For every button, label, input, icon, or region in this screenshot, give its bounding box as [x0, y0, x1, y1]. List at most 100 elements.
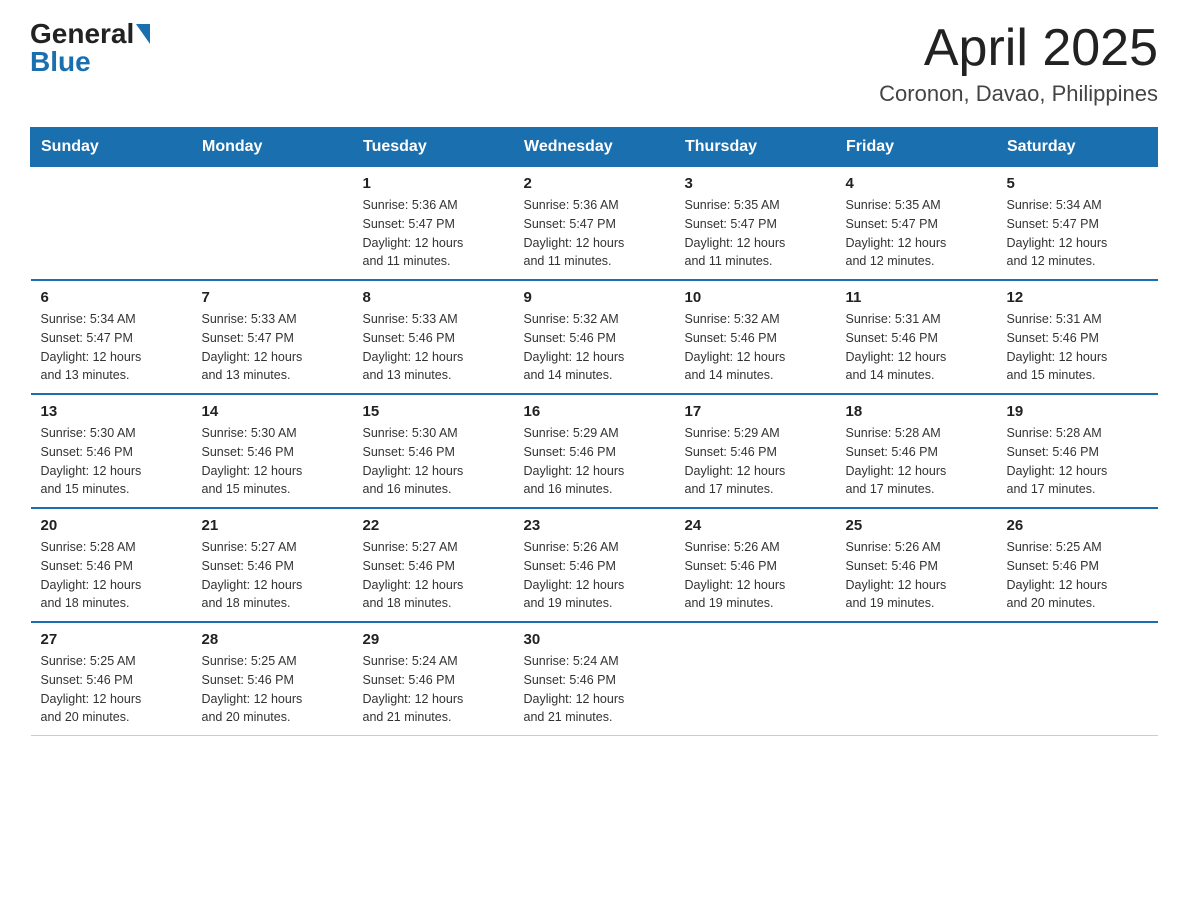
day-info: Sunrise: 5:28 AM Sunset: 5:46 PM Dayligh… [1007, 424, 1148, 499]
day-info: Sunrise: 5:31 AM Sunset: 5:46 PM Dayligh… [846, 310, 987, 385]
calendar-day: 13 Sunrise: 5:30 AM Sunset: 5:46 PM Dayli… [31, 394, 192, 508]
day-info: Sunrise: 5:30 AM Sunset: 5:46 PM Dayligh… [363, 424, 504, 499]
day-info: Sunrise: 5:30 AM Sunset: 5:46 PM Dayligh… [41, 424, 182, 499]
day-number: 4 [846, 175, 987, 192]
day-number: 12 [1007, 289, 1148, 306]
calendar-day: 22 Sunrise: 5:27 AM Sunset: 5:46 PM Dayli… [353, 508, 514, 622]
day-info: Sunrise: 5:29 AM Sunset: 5:46 PM Dayligh… [524, 424, 665, 499]
day-info: Sunrise: 5:25 AM Sunset: 5:46 PM Dayligh… [202, 652, 343, 727]
day-info: Sunrise: 5:35 AM Sunset: 5:47 PM Dayligh… [685, 196, 826, 271]
calendar-day: 23Sunrise: 5:26 AM Sunset: 5:46 PM Dayli… [514, 508, 675, 622]
day-number: 21 [202, 517, 343, 534]
day-info: Sunrise: 5:34 AM Sunset: 5:47 PM Dayligh… [1007, 196, 1148, 271]
calendar-day: 24Sunrise: 5:26 AM Sunset: 5:46 PM Dayli… [675, 508, 836, 622]
day-number: 23 [524, 517, 665, 534]
day-info: Sunrise: 5:32 AM Sunset: 5:46 PM Dayligh… [685, 310, 826, 385]
calendar-day: 19 Sunrise: 5:28 AM Sunset: 5:46 PM Dayli… [997, 394, 1158, 508]
day-number: 1 [363, 175, 504, 192]
calendar-subtitle: Coronon, Davao, Philippines [879, 81, 1158, 107]
day-number: 10 [685, 289, 826, 306]
day-number: 22 [363, 517, 504, 534]
calendar-day [997, 622, 1158, 736]
day-number: 24 [685, 517, 826, 534]
calendar-day: 18 Sunrise: 5:28 AM Sunset: 5:46 PM Dayli… [836, 394, 997, 508]
title-area: April 2025 Coronon, Davao, Philippines [879, 20, 1158, 107]
week-row: 13 Sunrise: 5:30 AM Sunset: 5:46 PM Dayli… [31, 394, 1158, 508]
logo-blue: Blue [30, 48, 91, 76]
calendar-day: 2Sunrise: 5:36 AM Sunset: 5:47 PM Daylig… [514, 167, 675, 281]
day-number: 29 [363, 631, 504, 648]
day-info: Sunrise: 5:27 AM Sunset: 5:46 PM Dayligh… [363, 538, 504, 613]
day-info: Sunrise: 5:28 AM Sunset: 5:46 PM Dayligh… [846, 424, 987, 499]
day-number: 13 [41, 403, 182, 420]
day-info: Sunrise: 5:29 AM Sunset: 5:46 PM Dayligh… [685, 424, 826, 499]
calendar-day: 15 Sunrise: 5:30 AM Sunset: 5:46 PM Dayli… [353, 394, 514, 508]
calendar-day: 3Sunrise: 5:35 AM Sunset: 5:47 PM Daylig… [675, 167, 836, 281]
day-info: Sunrise: 5:28 AM Sunset: 5:46 PM Dayligh… [41, 538, 182, 613]
calendar-day: 27 Sunrise: 5:25 AM Sunset: 5:46 PM Dayli… [31, 622, 192, 736]
day-number: 20 [41, 517, 182, 534]
day-info: Sunrise: 5:32 AM Sunset: 5:46 PM Dayligh… [524, 310, 665, 385]
calendar-day: 6Sunrise: 5:34 AM Sunset: 5:47 PM Daylig… [31, 280, 192, 394]
calendar-day: 1Sunrise: 5:36 AM Sunset: 5:47 PM Daylig… [353, 167, 514, 281]
day-info: Sunrise: 5:33 AM Sunset: 5:47 PM Dayligh… [202, 310, 343, 385]
weekday-header-friday: Friday [836, 128, 997, 167]
calendar-day: 8Sunrise: 5:33 AM Sunset: 5:46 PM Daylig… [353, 280, 514, 394]
calendar-day: 26Sunrise: 5:25 AM Sunset: 5:46 PM Dayli… [997, 508, 1158, 622]
calendar-day: 7 Sunrise: 5:33 AM Sunset: 5:47 PM Daylig… [192, 280, 353, 394]
header: General Blue April 2025 Coronon, Davao, … [30, 20, 1158, 107]
calendar-day: 9 Sunrise: 5:32 AM Sunset: 5:46 PM Daylig… [514, 280, 675, 394]
day-number: 28 [202, 631, 343, 648]
day-number: 19 [1007, 403, 1148, 420]
calendar-day: 16 Sunrise: 5:29 AM Sunset: 5:46 PM Dayli… [514, 394, 675, 508]
calendar-day: 5 Sunrise: 5:34 AM Sunset: 5:47 PM Daylig… [997, 167, 1158, 281]
day-info: Sunrise: 5:34 AM Sunset: 5:47 PM Dayligh… [41, 310, 182, 385]
calendar-day: 30Sunrise: 5:24 AM Sunset: 5:46 PM Dayli… [514, 622, 675, 736]
weekday-header-monday: Monday [192, 128, 353, 167]
day-info: Sunrise: 5:25 AM Sunset: 5:46 PM Dayligh… [41, 652, 182, 727]
weekday-header-row: SundayMondayTuesdayWednesdayThursdayFrid… [31, 128, 1158, 167]
calendar-day [192, 167, 353, 281]
logo: General Blue [30, 20, 150, 76]
day-info: Sunrise: 5:30 AM Sunset: 5:46 PM Dayligh… [202, 424, 343, 499]
calendar-day [836, 622, 997, 736]
day-number: 16 [524, 403, 665, 420]
day-number: 18 [846, 403, 987, 420]
day-info: Sunrise: 5:24 AM Sunset: 5:46 PM Dayligh… [363, 652, 504, 727]
day-info: Sunrise: 5:24 AM Sunset: 5:46 PM Dayligh… [524, 652, 665, 727]
day-info: Sunrise: 5:27 AM Sunset: 5:46 PM Dayligh… [202, 538, 343, 613]
day-number: 25 [846, 517, 987, 534]
day-number: 15 [363, 403, 504, 420]
weekday-header-wednesday: Wednesday [514, 128, 675, 167]
weekday-header-saturday: Saturday [997, 128, 1158, 167]
calendar-day: 20 Sunrise: 5:28 AM Sunset: 5:46 PM Dayli… [31, 508, 192, 622]
calendar-day: 14Sunrise: 5:30 AM Sunset: 5:46 PM Dayli… [192, 394, 353, 508]
day-info: Sunrise: 5:26 AM Sunset: 5:46 PM Dayligh… [846, 538, 987, 613]
day-info: Sunrise: 5:33 AM Sunset: 5:46 PM Dayligh… [363, 310, 504, 385]
calendar-title: April 2025 [879, 20, 1158, 77]
day-number: 7 [202, 289, 343, 306]
week-row: 27 Sunrise: 5:25 AM Sunset: 5:46 PM Dayli… [31, 622, 1158, 736]
weekday-header-sunday: Sunday [31, 128, 192, 167]
calendar-day: 25 Sunrise: 5:26 AM Sunset: 5:46 PM Dayli… [836, 508, 997, 622]
day-number: 2 [524, 175, 665, 192]
calendar-day: 29 Sunrise: 5:24 AM Sunset: 5:46 PM Dayli… [353, 622, 514, 736]
calendar-day: 17Sunrise: 5:29 AM Sunset: 5:46 PM Dayli… [675, 394, 836, 508]
weekday-header-thursday: Thursday [675, 128, 836, 167]
calendar-day: 11Sunrise: 5:31 AM Sunset: 5:46 PM Dayli… [836, 280, 997, 394]
logo-general: General [30, 20, 134, 48]
calendar-day: 21 Sunrise: 5:27 AM Sunset: 5:46 PM Dayli… [192, 508, 353, 622]
day-number: 26 [1007, 517, 1148, 534]
week-row: 20 Sunrise: 5:28 AM Sunset: 5:46 PM Dayli… [31, 508, 1158, 622]
calendar-day [675, 622, 836, 736]
calendar-day: 12Sunrise: 5:31 AM Sunset: 5:46 PM Dayli… [997, 280, 1158, 394]
week-row: 1Sunrise: 5:36 AM Sunset: 5:47 PM Daylig… [31, 167, 1158, 281]
calendar-day [31, 167, 192, 281]
day-number: 5 [1007, 175, 1148, 192]
logo-triangle-icon [136, 24, 150, 44]
calendar-day: 28 Sunrise: 5:25 AM Sunset: 5:46 PM Dayli… [192, 622, 353, 736]
week-row: 6Sunrise: 5:34 AM Sunset: 5:47 PM Daylig… [31, 280, 1158, 394]
day-number: 27 [41, 631, 182, 648]
day-info: Sunrise: 5:35 AM Sunset: 5:47 PM Dayligh… [846, 196, 987, 271]
day-number: 9 [524, 289, 665, 306]
